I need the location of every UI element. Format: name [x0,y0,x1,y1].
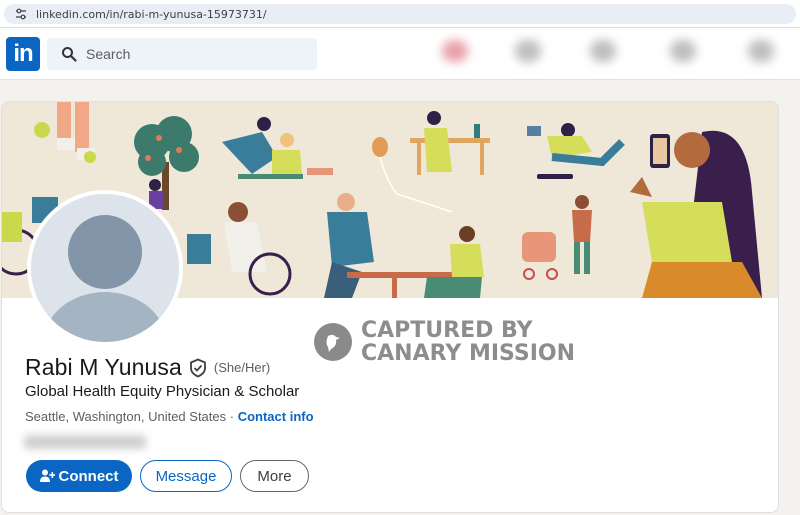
linkedin-nav: in Search [0,28,800,80]
contact-info-link[interactable]: Contact info [238,409,314,424]
tune-icon[interactable] [14,7,28,21]
pronouns: (She/Her) [213,360,271,375]
profile-card: CAPTURED BY CANARY MISSION Rabi M Yunusa… [1,101,779,513]
search-placeholder: Search [86,46,131,62]
url-field[interactable]: linkedin.com/in/rabi-m-yunusa-15973731/ [4,4,796,24]
more-button[interactable]: More [240,460,309,492]
message-button[interactable]: Message [140,460,232,492]
search-input[interactable]: Search [47,38,317,70]
profile-name: Rabi M Yunusa [25,354,182,380]
blurred-connections [24,435,146,449]
watermark-line-2: CANARY MISSION [361,341,576,366]
search-icon [61,46,77,62]
canary-mission-watermark: CAPTURED BY CANARY MISSION [314,319,575,365]
avatar [31,194,179,342]
blurred-nav-icons [430,28,800,78]
location-text: Seattle, Washington, United States [25,409,227,424]
watermark-line-1: CAPTURED BY [361,318,533,343]
verified-shield-icon[interactable] [188,358,208,378]
connect-button[interactable]: Connect [26,460,132,492]
profile-photo[interactable] [27,190,183,346]
name-row: Rabi M Yunusa (She/Her) [25,354,270,381]
profile-headline: Global Health Equity Physician & Scholar [25,383,300,400]
connect-label: Connect [58,467,119,485]
add-person-icon [39,469,55,483]
linkedin-logo[interactable]: in [6,37,40,71]
url-text[interactable]: linkedin.com/in/rabi-m-yunusa-15973731/ [36,8,267,21]
separator: · [226,409,238,424]
location-row: Seattle, Washington, United States · Con… [25,409,314,424]
bird-icon [314,323,352,361]
browser-address-bar: linkedin.com/in/rabi-m-yunusa-15973731/ [0,0,800,28]
